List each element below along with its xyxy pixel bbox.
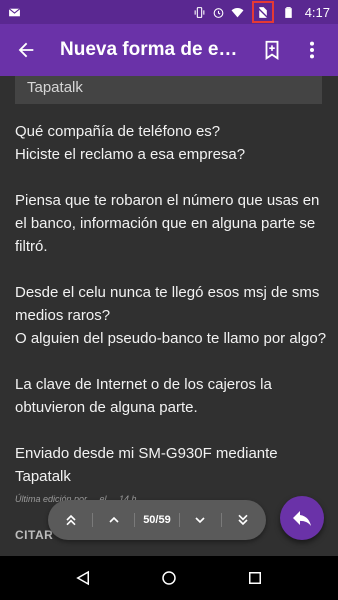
no-sim-highlight bbox=[251, 1, 274, 23]
pager-divider bbox=[91, 513, 93, 527]
bookmark-button[interactable] bbox=[252, 30, 292, 70]
status-bar-right: 4:17 bbox=[193, 1, 330, 23]
pager-divider bbox=[178, 513, 180, 527]
previous-page-button[interactable] bbox=[101, 507, 127, 533]
post-line: O alguien del pseudo-banco te llamo por … bbox=[15, 330, 327, 347]
last-page-button[interactable] bbox=[230, 507, 256, 533]
battery-icon bbox=[282, 6, 295, 19]
post-body: Qué compañía de teléfono es? Hiciste el … bbox=[15, 120, 327, 488]
post-line: Qué compañía de teléfono es? bbox=[15, 123, 221, 140]
page-navigator: 50/59 bbox=[48, 500, 266, 540]
post-line: La clave de Internet o de los cajeros la… bbox=[15, 376, 272, 416]
next-page-button[interactable] bbox=[187, 507, 213, 533]
home-circle-icon bbox=[162, 571, 176, 585]
nav-recents-button[interactable] bbox=[235, 558, 275, 598]
post-line: Desde el celu nunca te llegó esos msj de… bbox=[15, 284, 320, 324]
pager-divider bbox=[134, 513, 136, 527]
recents-square-icon bbox=[249, 572, 261, 584]
quote-text: Tapatalk bbox=[27, 79, 83, 96]
post-signature: Enviado desde mi SM-G930F mediante Tapat… bbox=[15, 445, 278, 485]
more-vert-icon bbox=[309, 41, 315, 59]
first-page-button[interactable] bbox=[58, 507, 84, 533]
chevron-down-icon bbox=[195, 517, 205, 524]
chevron-up-icon bbox=[109, 516, 119, 523]
gmail-icon bbox=[8, 6, 21, 19]
status-bar: 4:17 bbox=[0, 0, 338, 24]
reply-icon bbox=[293, 511, 311, 526]
double-chevron-down-icon bbox=[238, 514, 248, 526]
pager-divider bbox=[221, 513, 223, 527]
nav-back-button[interactable] bbox=[63, 558, 103, 598]
status-time: 4:17 bbox=[304, 4, 330, 20]
post-line: Piensa que te robaron el número que usas… bbox=[15, 192, 320, 255]
quote-button[interactable]: CITAR bbox=[15, 528, 53, 542]
no-sim-icon bbox=[256, 6, 269, 19]
nav-home-button[interactable] bbox=[149, 558, 189, 598]
vibrate-icon bbox=[193, 6, 206, 19]
page-title: Nueva forma de e… bbox=[60, 39, 238, 60]
post-content[interactable]: Tapatalk Qué compañía de teléfono es? Hi… bbox=[0, 76, 338, 556]
page-indicator[interactable]: 50/59 bbox=[143, 514, 171, 526]
status-bar-left bbox=[8, 6, 193, 19]
back-arrow-icon bbox=[18, 42, 34, 58]
back-triangle-icon bbox=[76, 570, 89, 586]
post-line: Hiciste el reclamo a esa empresa? bbox=[15, 146, 246, 163]
reply-button[interactable] bbox=[280, 496, 324, 540]
quote-box: Tapatalk bbox=[15, 76, 322, 104]
alarm-icon bbox=[212, 6, 225, 19]
more-options-button[interactable] bbox=[292, 30, 332, 70]
wifi-icon bbox=[231, 6, 244, 19]
bookmark-icon bbox=[265, 40, 279, 60]
system-nav-bar bbox=[0, 556, 338, 600]
double-chevron-up-icon bbox=[66, 514, 76, 526]
back-button[interactable] bbox=[6, 30, 46, 70]
app-bar: Nueva forma de e… bbox=[0, 24, 338, 76]
